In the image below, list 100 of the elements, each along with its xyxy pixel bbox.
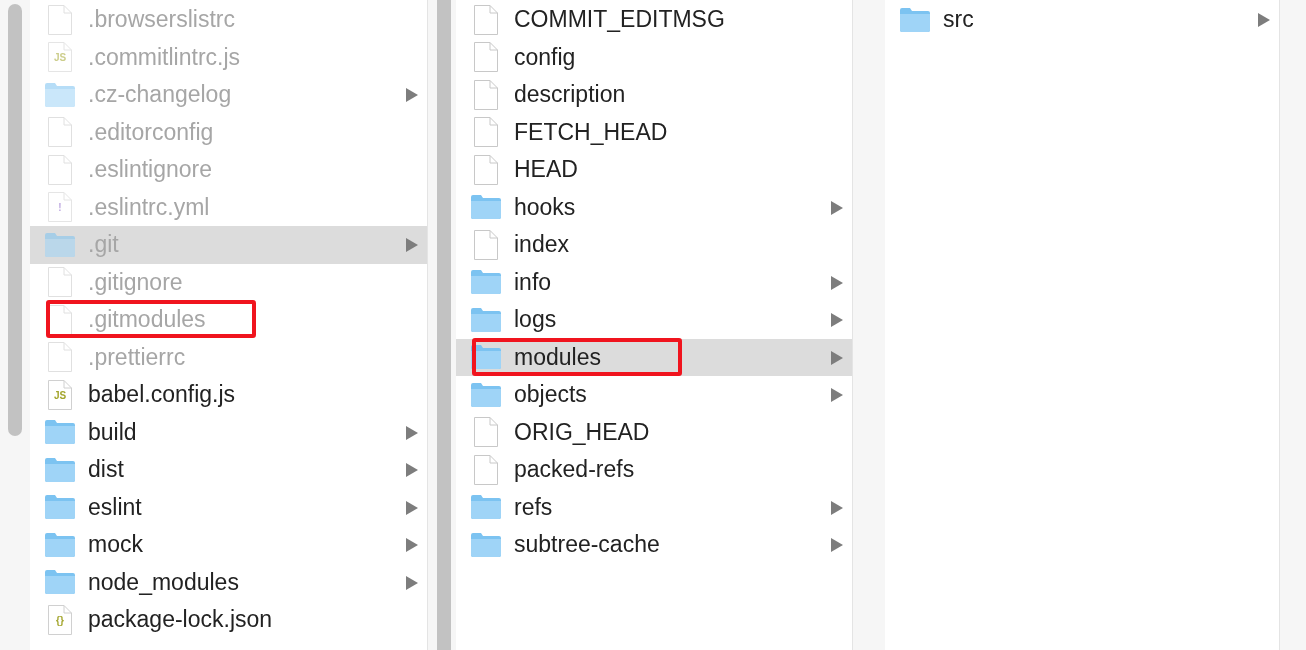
file-name: babel.config.js: [88, 381, 236, 409]
disclosure-arrow-icon[interactable]: [406, 463, 418, 477]
folder-icon: [470, 494, 502, 521]
document-icon: [473, 78, 499, 111]
file-row[interactable]: src: [885, 1, 1279, 39]
document-icon: [473, 153, 499, 186]
file-row[interactable]: node_modules: [30, 563, 427, 601]
disclosure-arrow-icon[interactable]: [1258, 13, 1270, 27]
file-name: .commitlintrc.js: [88, 43, 241, 71]
document-icon: [47, 153, 73, 186]
document-icon: [47, 266, 73, 299]
folder-icon: [470, 531, 502, 558]
file-name: info: [514, 268, 552, 296]
document-icon: [473, 228, 499, 261]
file-row[interactable]: dist: [30, 451, 427, 489]
file-name: .gitignore: [88, 268, 183, 296]
file-row[interactable]: subtree-cache: [456, 526, 852, 564]
file-row[interactable]: hooks: [456, 188, 852, 226]
file-name: subtree-cache: [514, 531, 660, 559]
disclosure-arrow-icon[interactable]: [406, 425, 418, 440]
folder-icon: [899, 6, 931, 33]
scrollbar-thumb[interactable]: [437, 0, 451, 650]
disclosure-arrow-icon[interactable]: [831, 388, 843, 402]
file-name: node_modules: [88, 568, 239, 596]
file-name: .eslintignore: [88, 156, 213, 184]
file-row[interactable]: {} package-lock.json: [30, 601, 427, 639]
disclosure-arrow-icon[interactable]: [831, 275, 843, 290]
file-name: index: [514, 231, 569, 259]
file-name: HEAD: [514, 156, 578, 184]
disclosure-arrow-icon[interactable]: [831, 500, 843, 515]
folder-icon: [44, 569, 76, 596]
folder-icon: [470, 269, 502, 296]
disclosure-arrow-icon[interactable]: [406, 575, 418, 590]
folder-icon: [470, 306, 502, 333]
folder-icon: [470, 381, 502, 408]
file-row[interactable]: build: [30, 413, 427, 451]
file-row[interactable]: HEAD: [456, 151, 852, 189]
disclosure-arrow-icon[interactable]: [406, 500, 418, 515]
file-row[interactable]: objects: [456, 376, 852, 414]
document-icon: JS: [47, 378, 73, 411]
file-name: eslint: [88, 493, 142, 521]
file-name: .prettierrc: [88, 343, 186, 371]
file-name: ORIG_HEAD: [514, 418, 650, 446]
file-row[interactable]: JS babel.config.js: [30, 376, 427, 414]
document-icon: [473, 416, 499, 449]
file-row[interactable]: modules: [456, 338, 852, 376]
disclosure-arrow-icon[interactable]: [831, 200, 843, 215]
file-row[interactable]: description: [456, 76, 852, 114]
folder-icon: [44, 531, 76, 558]
file-row[interactable]: info: [456, 263, 852, 301]
file-row[interactable]: FETCH_HEAD: [456, 113, 852, 151]
file-name: FETCH_HEAD: [514, 118, 668, 146]
file-name: refs: [514, 493, 553, 521]
document-icon: [47, 303, 73, 336]
folder-icon: [470, 194, 502, 221]
file-name: .browserslistrc: [88, 6, 235, 34]
file-name: objects: [514, 381, 587, 409]
file-row[interactable]: eslint: [30, 488, 427, 526]
file-row[interactable]: refs: [456, 488, 852, 526]
document-icon: [473, 453, 499, 486]
file-name: dist: [88, 456, 124, 484]
file-row[interactable]: ORIG_HEAD: [456, 413, 852, 451]
file-row[interactable]: packed-refs: [456, 451, 852, 489]
file-name: config: [514, 43, 576, 71]
file-name: description: [514, 81, 626, 109]
file-name: src: [943, 6, 974, 34]
folder-icon: [44, 419, 76, 446]
file-name: .eslintrc.yml: [88, 193, 210, 221]
folder-icon: [44, 494, 76, 521]
document-icon: [47, 3, 73, 36]
folder-icon: [44, 81, 76, 108]
file-name: modules: [514, 343, 601, 371]
file-row[interactable]: index: [456, 226, 852, 264]
document-icon: !: [47, 191, 73, 224]
file-name: logs: [514, 306, 557, 334]
document-icon: [47, 341, 73, 374]
disclosure-arrow-icon[interactable]: [406, 238, 418, 252]
file-name: hooks: [514, 193, 576, 221]
file-row[interactable]: mock: [30, 526, 427, 564]
disclosure-arrow-icon[interactable]: [831, 538, 843, 552]
folder-icon: [44, 456, 76, 483]
file-row[interactable]: logs: [456, 301, 852, 339]
file-row[interactable]: config: [456, 38, 852, 76]
document-icon: JS: [47, 41, 73, 74]
scrollbar-thumb[interactable]: [8, 4, 22, 436]
file-row[interactable]: COMMIT_EDITMSG: [456, 1, 852, 39]
file-name: COMMIT_EDITMSG: [514, 6, 725, 34]
file-name: mock: [88, 531, 143, 559]
disclosure-arrow-icon[interactable]: [831, 313, 843, 327]
file-name: .editorconfig: [88, 118, 214, 146]
document-icon: [47, 116, 73, 149]
file-name: package-lock.json: [88, 606, 273, 634]
disclosure-arrow-icon[interactable]: [406, 538, 418, 552]
disclosure-arrow-icon[interactable]: [406, 88, 418, 102]
file-name: .cz-changelog: [88, 81, 232, 109]
file-name: .gitmodules: [88, 306, 206, 334]
file-name: packed-refs: [514, 456, 635, 484]
folder-icon: [44, 231, 76, 258]
file-name: build: [88, 418, 137, 446]
disclosure-arrow-icon[interactable]: [831, 350, 843, 365]
